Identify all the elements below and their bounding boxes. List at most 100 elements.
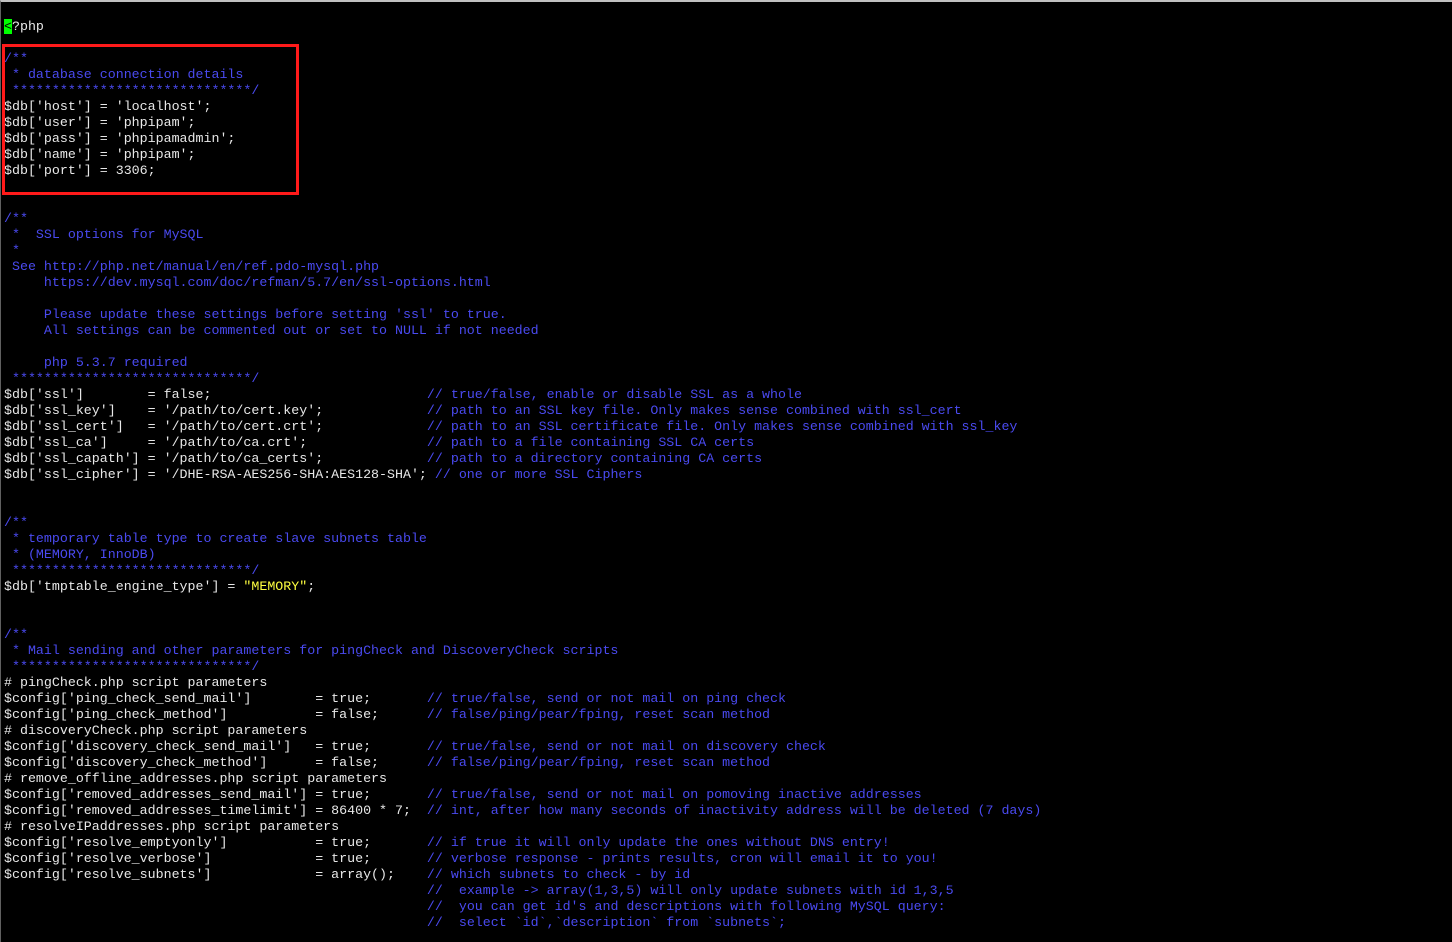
code-line: $db['user'] = 'phpipam';: [4, 115, 1041, 131]
code-text: $config['removed_addresses_send_mail'] =…: [4, 787, 427, 802]
code-text: $db['ssl'] = false;: [4, 387, 427, 402]
code-comment: *: [4, 243, 20, 258]
code-comment: * database connection details: [4, 67, 244, 82]
code-comment: * Mail sending and other parameters for …: [4, 643, 619, 658]
code-comment: // if true it will only update the ones …: [426, 835, 890, 850]
code-comment: // path to a file containing SSL CA cert…: [426, 435, 755, 450]
code-line: $db['ssl_capath'] = '/path/to/ca_certs';…: [4, 451, 1041, 467]
code-line: $db['pass'] = 'phpipamadmin';: [4, 131, 1041, 147]
code-text: $db['ssl_cipher'] = '/DHE-RSA-AES256-SHA…: [4, 467, 435, 482]
code-comment: // example -> array(1,3,5) will only upd…: [426, 883, 954, 898]
code-text: # remove_offline_addresses.php script pa…: [4, 771, 388, 786]
code-text: ;: [307, 579, 316, 594]
code-line: // example -> array(1,3,5) will only upd…: [4, 883, 1041, 899]
code-line: $config['resolve_subnets'] = array(); //…: [4, 867, 1041, 883]
code-line: https://dev.mysql.com/doc/refman/5.7/en/…: [4, 275, 1041, 291]
code-line: * SSL options for MySQL: [4, 227, 1041, 243]
code-line: * Mail sending and other parameters for …: [4, 643, 1041, 659]
code-line: /**: [4, 51, 1041, 67]
code-line: * temporary table type to create slave s…: [4, 531, 1041, 547]
code-comment: * SSL options for MySQL: [4, 227, 204, 242]
code-line: ******************************/: [4, 371, 1041, 387]
code-line: Please update these settings before sett…: [4, 307, 1041, 323]
code-line: $config['removed_addresses_timelimit'] =…: [4, 803, 1041, 819]
code-text: $db['ssl_capath'] = '/path/to/ca_certs';: [4, 451, 427, 466]
code-comment: // path to an SSL key file. Only makes s…: [426, 403, 962, 418]
code-comment: // select `id`,`description` from `subne…: [426, 915, 786, 930]
code-comment: // true/false, send or not mail on pomov…: [426, 787, 922, 802]
code-line: $config['resolve_emptyonly'] = true; // …: [4, 835, 1041, 851]
code-line: $config['discovery_check_method'] = fals…: [4, 755, 1041, 771]
code-line: ******************************/: [4, 563, 1041, 579]
code-line: // select `id`,`description` from `subne…: [4, 915, 1041, 931]
code-text: $db['name'] = 'phpipam';: [4, 147, 196, 162]
code-comment: /**: [4, 211, 28, 226]
code-text: $config['resolve_subnets'] = array();: [4, 867, 427, 882]
code-comment: // which subnets to check - by id: [426, 867, 691, 882]
code-comment: * (MEMORY, InnoDB): [4, 547, 156, 562]
code-text: # resolveIPaddresses.php script paramete…: [4, 819, 340, 834]
code-line: $config['ping_check_send_mail'] = true; …: [4, 691, 1041, 707]
code-comment: ******************************/: [4, 659, 260, 674]
code-line: All settings can be commented out or set…: [4, 323, 1041, 339]
code-line: ******************************/: [4, 659, 1041, 675]
code-text: $db['port'] = 3306;: [4, 163, 156, 178]
code-comment: // true/false, enable or disable SSL as …: [426, 387, 802, 402]
terminal-window[interactable]: <?php /** * database connection details *…: [0, 0, 1452, 942]
code-line: $config['removed_addresses_send_mail'] =…: [4, 787, 1041, 803]
code-line: See http://php.net/manual/en/ref.pdo-mys…: [4, 259, 1041, 275]
code-text: ?php: [11, 19, 44, 34]
code-text: $config['resolve_verbose'] = true;: [4, 851, 427, 866]
code-line: $config['discovery_check_send_mail'] = t…: [4, 739, 1041, 755]
code-line: /**: [4, 211, 1041, 227]
code-line: ******************************/: [4, 83, 1041, 99]
code-line: * database connection details: [4, 67, 1041, 83]
code-line: $db['ssl_cert'] = '/path/to/cert.crt'; /…: [4, 419, 1041, 435]
code-comment: Please update these settings before sett…: [4, 307, 507, 322]
code-comment: // true/false, send or not mail on disco…: [426, 739, 826, 754]
code-text: $config['discovery_check_send_mail'] = t…: [4, 739, 427, 754]
code-line: $db['ssl_ca'] = '/path/to/ca.crt'; // pa…: [4, 435, 1041, 451]
code-comment: // int, after how many seconds of inacti…: [426, 803, 1042, 818]
code-text: # pingCheck.php script parameters: [4, 675, 268, 690]
code-line: /**: [4, 627, 1041, 643]
code-comment: /**: [4, 627, 28, 642]
code-text: $db['user'] = 'phpipam';: [4, 115, 196, 130]
code-text: $db['tmptable_engine_type'] =: [4, 579, 244, 594]
code-line: // you can get id's and descriptions wit…: [4, 899, 1041, 915]
code-comment: ******************************/: [4, 83, 260, 98]
code-line: <?php: [4, 19, 1041, 35]
code-comment: // verbose response - prints results, cr…: [426, 851, 938, 866]
code-comment: // you can get id's and descriptions wit…: [426, 899, 946, 914]
code-text: $db['host'] = 'localhost';: [4, 99, 212, 114]
code-comment: * temporary table type to create slave s…: [4, 531, 427, 546]
code-comment: /**: [4, 515, 28, 530]
code-comment: See http://php.net/manual/en/ref.pdo-mys…: [4, 259, 380, 274]
text-cursor: <: [4, 19, 12, 34]
code-comment: // path to a directory containing CA cer…: [426, 451, 763, 466]
code-line: # remove_offline_addresses.php script pa…: [4, 771, 1041, 787]
code-line: $db['port'] = 3306;: [4, 163, 1041, 179]
code-comment: All settings can be commented out or set…: [4, 323, 539, 338]
code-text: $db['ssl_ca'] = '/path/to/ca.crt';: [4, 435, 427, 450]
code-text: $config['ping_check_send_mail'] = true;: [4, 691, 427, 706]
code-line: *: [4, 243, 1041, 259]
code-string: "MEMORY": [243, 579, 308, 594]
code-line: $config['resolve_verbose'] = true; // ve…: [4, 851, 1041, 867]
code-line: $db['ssl'] = false; // true/false, enabl…: [4, 387, 1041, 403]
terminal-text-area[interactable]: <?php /** * database connection details *…: [4, 19, 1041, 931]
code-line: $db['ssl_key'] = '/path/to/cert.key'; //…: [4, 403, 1041, 419]
code-text: $db['pass'] = 'phpipamadmin';: [4, 131, 236, 146]
